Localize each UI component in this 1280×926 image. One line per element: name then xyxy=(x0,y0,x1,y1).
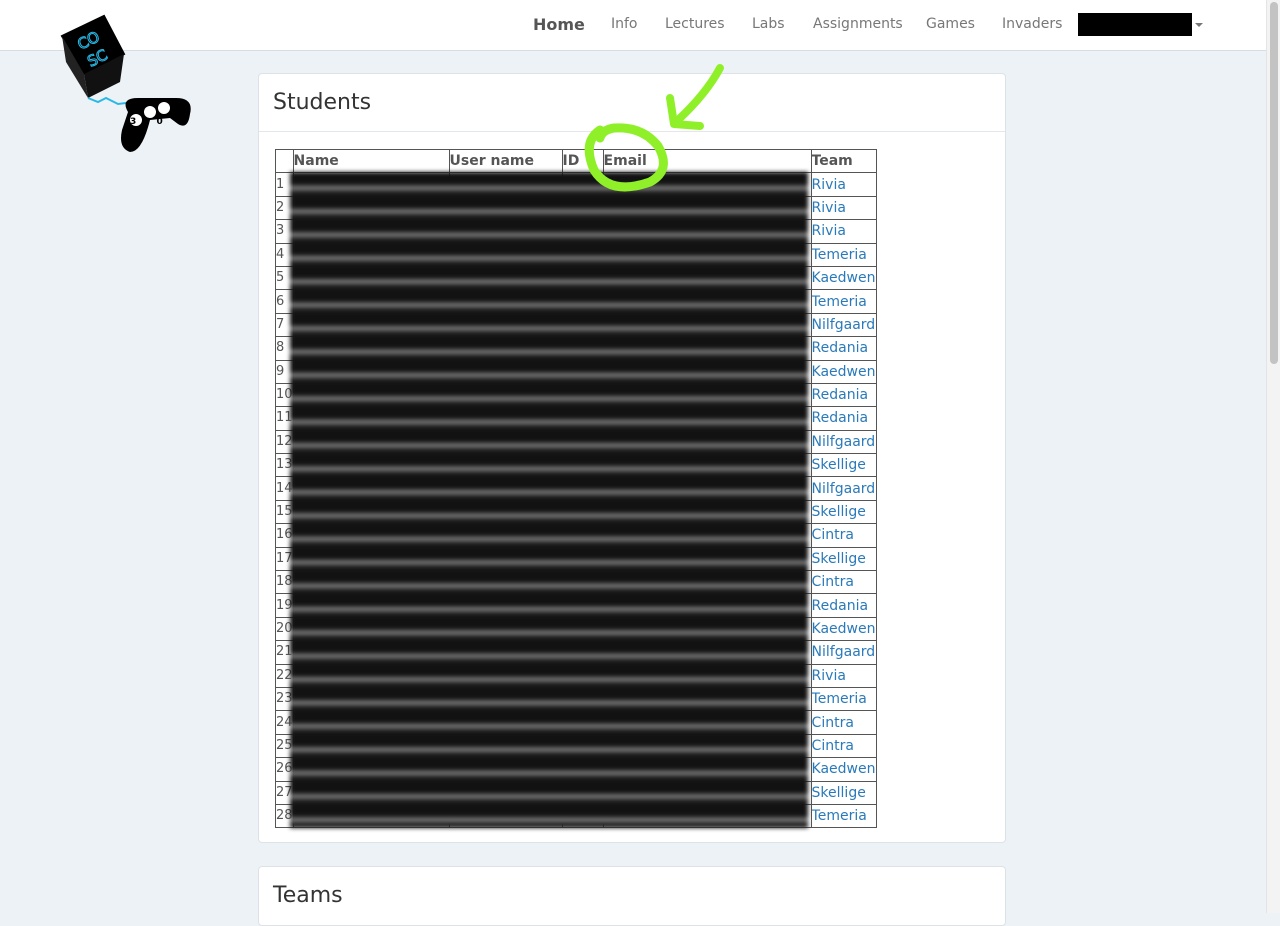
team-link[interactable]: Rivia xyxy=(812,668,846,684)
team-link[interactable]: Skellige xyxy=(812,785,866,801)
team-link[interactable]: Cintra xyxy=(812,574,854,590)
team-link[interactable]: Nilfgaard xyxy=(812,317,875,333)
team-cell: Nilfgaard xyxy=(810,312,877,338)
col-index-header xyxy=(275,148,294,174)
nav-games-link[interactable]: Games xyxy=(926,16,975,32)
logo-360-text: 360 xyxy=(130,117,170,127)
col-username-header: User name xyxy=(448,148,563,174)
team-link[interactable]: Rivia xyxy=(812,223,846,239)
nav-lectures-link[interactable]: Lectures xyxy=(665,16,725,32)
scrollbar-thumb[interactable] xyxy=(1270,2,1278,364)
team-cell: Skellige xyxy=(810,780,877,805)
team-cell: Cintra xyxy=(810,570,877,595)
nav-home-link[interactable]: Home xyxy=(533,15,585,34)
col-team-header: Team xyxy=(810,148,877,174)
team-link[interactable]: Nilfgaard xyxy=(812,434,875,450)
team-cell: Cintra xyxy=(810,523,877,548)
team-cell: Skellige xyxy=(810,499,877,525)
team-link[interactable]: Nilfgaard xyxy=(812,644,875,660)
team-cell: Temeria xyxy=(810,686,877,712)
team-cell: Kaedwen xyxy=(810,265,877,291)
team-link[interactable]: Skellige xyxy=(812,504,866,520)
team-link[interactable]: Kaedwen xyxy=(812,621,875,637)
team-link[interactable]: Kaedwen xyxy=(812,364,875,380)
team-cell: Kaedwen xyxy=(810,757,877,782)
team-link[interactable]: Kaedwen xyxy=(812,270,875,286)
team-link[interactable]: Temeria xyxy=(812,808,867,824)
team-cell: Skellige xyxy=(810,546,877,572)
team-cell: Kaedwen xyxy=(810,359,877,384)
team-link[interactable]: Kaedwen xyxy=(812,761,875,777)
teams-panel-title: Teams xyxy=(273,883,343,908)
team-link[interactable]: Redania xyxy=(812,340,868,356)
team-cell: Temeria xyxy=(810,289,877,314)
team-link[interactable]: Redania xyxy=(812,598,868,614)
nav-labs-link[interactable]: Labs xyxy=(752,16,785,32)
chevron-down-icon[interactable] xyxy=(1195,23,1203,27)
user-menu-redacted[interactable] xyxy=(1078,13,1192,36)
annotation-arrow-icon xyxy=(584,64,724,192)
team-cell: Redania xyxy=(810,406,877,431)
team-link[interactable]: Cintra xyxy=(812,715,854,731)
team-cell: Nilfgaard xyxy=(810,429,877,455)
team-link[interactable]: Temeria xyxy=(812,691,867,707)
redacted-student-data xyxy=(290,172,808,828)
team-link[interactable]: Temeria xyxy=(812,294,867,310)
team-cell: Rivia xyxy=(810,172,877,197)
team-cell: Redania xyxy=(810,336,877,361)
team-link[interactable]: Rivia xyxy=(812,200,846,216)
team-cell: Nilfgaard xyxy=(810,640,877,665)
team-cell: Rivia xyxy=(810,195,877,221)
team-link[interactable]: Rivia xyxy=(812,177,846,193)
team-cell: Skellige xyxy=(810,453,877,478)
team-cell: Rivia xyxy=(810,663,877,688)
team-link[interactable]: Temeria xyxy=(812,247,867,263)
teams-panel: Teams xyxy=(258,866,1006,926)
team-cell: Redania xyxy=(810,382,877,408)
cosc360-logo[interactable]: CO SC 360 xyxy=(58,12,196,158)
team-cell: Temeria xyxy=(810,803,877,829)
team-cell: Nilfgaard xyxy=(810,476,877,501)
team-link[interactable]: Cintra xyxy=(812,527,854,543)
team-cell: Redania xyxy=(810,593,877,618)
nav-info-link[interactable]: Info xyxy=(611,16,638,32)
team-link[interactable]: Nilfgaard xyxy=(812,481,875,497)
team-cell: Cintra xyxy=(810,710,877,735)
team-link[interactable]: Redania xyxy=(812,387,868,403)
team-cell: Temeria xyxy=(810,242,877,267)
nav-invaders-link[interactable]: Invaders xyxy=(1002,16,1062,32)
team-cell: Rivia xyxy=(810,219,877,244)
team-link[interactable]: Skellige xyxy=(812,457,866,473)
nav-assignments-link[interactable]: Assignments xyxy=(813,16,903,32)
team-link[interactable]: Cintra xyxy=(812,738,854,754)
team-cell: Cintra xyxy=(810,733,877,759)
team-cell: Kaedwen xyxy=(810,616,877,642)
team-link[interactable]: Skellige xyxy=(812,551,866,567)
col-name-header: Name xyxy=(292,148,450,174)
page-scrollbar[interactable] xyxy=(1266,0,1280,913)
team-link[interactable]: Redania xyxy=(812,410,868,426)
